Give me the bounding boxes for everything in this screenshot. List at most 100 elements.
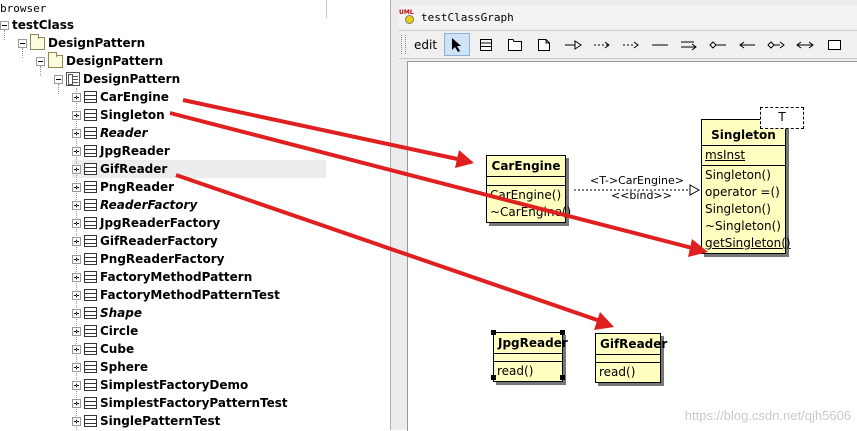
tree-item-factorymethodpatterntest[interactable]: FactoryMethodPatternTest — [72, 286, 280, 304]
class-icon — [84, 127, 97, 139]
collapse-icon[interactable] — [36, 56, 45, 66]
aggregation-icon[interactable] — [705, 33, 731, 56]
tree-item-circle[interactable]: Circle — [72, 322, 138, 340]
operation: read() — [497, 364, 534, 378]
collapse-icon[interactable] — [0, 20, 9, 30]
tree-item-pngreader[interactable]: PngReader — [72, 178, 174, 196]
operation: ~Singleton() — [705, 219, 781, 233]
tree-guide-line — [40, 66, 41, 76]
operation: operator =() — [705, 185, 780, 199]
tree-item-carengine[interactable]: CarEngine — [72, 88, 169, 106]
class-operations: read() — [596, 363, 660, 382]
tree-item-label: GifReader — [100, 162, 168, 176]
tree-item-jpgreaderfactory[interactable]: JpgReaderFactory — [72, 214, 220, 232]
diagram-canvas[interactable]: CarEngine CarEngine() ~CarEngine() Singl… — [407, 61, 857, 431]
class-icon — [84, 415, 97, 427]
diagram-window: UML testClassGraph edit CarEngine CarEng… — [390, 0, 857, 431]
anchor-icon[interactable] — [821, 33, 847, 56]
collapse-icon[interactable] — [18, 38, 27, 48]
tree-item-factorymethodpattern[interactable]: FactoryMethodPattern — [72, 268, 252, 286]
bind-stereotype: <<bind>> — [611, 189, 672, 202]
tree-item-designpattern[interactable]: DesignPattern — [54, 70, 180, 88]
selection-handle[interactable] — [491, 375, 496, 380]
diagram-window-titlebar[interactable]: UML testClassGraph — [399, 6, 857, 28]
tree-guide-line — [4, 30, 5, 40]
tree-item-label: GifReaderFactory — [100, 234, 218, 248]
tree-item-testclass[interactable]: testClass — [0, 16, 74, 34]
operation: CarEngine() — [490, 188, 562, 202]
tree-item-cube[interactable]: Cube — [72, 340, 134, 358]
watermark: https://blog.csdn.net/qjh5606 — [684, 408, 851, 423]
tree-item-label: SinglePatternTest — [100, 414, 221, 428]
class-icon — [84, 253, 97, 265]
tree-item-jpgreader[interactable]: JpgReader — [72, 142, 170, 160]
class-icon[interactable] — [473, 33, 499, 56]
bidirectional-association-icon[interactable] — [792, 33, 818, 56]
edit-button[interactable]: edit — [410, 33, 441, 56]
tree-item-label: testClass — [12, 18, 75, 32]
tree-item-label: SimplestFactoryDemo — [100, 378, 249, 392]
class-icon — [84, 181, 97, 193]
class-box-carengine[interactable]: CarEngine CarEngine() ~CarEngine() — [486, 155, 572, 223]
tree-item-label: DesignPattern — [83, 72, 181, 86]
class-icon — [84, 343, 97, 355]
class-icon — [84, 307, 97, 319]
attribute: msInst — [705, 148, 746, 162]
tree-item-shape[interactable]: Shape — [72, 304, 142, 322]
tree-guide-line — [58, 84, 59, 94]
binding-label: <T->CarEngine> — [590, 174, 684, 187]
operation: Singleton() — [705, 202, 771, 216]
tree-item-label: PngReaderFactory — [100, 252, 225, 266]
selection-handle[interactable] — [560, 375, 565, 380]
toolbar-grip[interactable] — [401, 35, 406, 54]
dependency-icon[interactable] — [589, 33, 615, 56]
browser-title: browser — [0, 2, 47, 15]
tree-item-reader[interactable]: Reader — [72, 124, 148, 142]
tree-guide-line — [76, 88, 77, 430]
note-icon[interactable] — [531, 33, 557, 56]
tree-item-pngreaderfactory[interactable]: PngReaderFactory — [72, 250, 224, 268]
tree-item-designpattern[interactable]: DesignPattern — [18, 33, 145, 52]
select-arrow-icon[interactable] — [444, 33, 471, 56]
selection-handle[interactable] — [491, 330, 496, 335]
tree-item-singlepatterntest[interactable]: SinglePatternTest — [72, 412, 220, 430]
tree-item-label: Cube — [100, 342, 135, 356]
class-icon — [84, 289, 97, 301]
class-icon — [84, 361, 97, 373]
realization-icon[interactable] — [618, 33, 644, 56]
tree-item-label: Circle — [100, 324, 139, 338]
tree-item-gifreader[interactable]: GifReader — [72, 160, 326, 178]
tree-item-simplestfactorypatterntest[interactable]: SimplestFactoryPatternTest — [72, 394, 288, 412]
class-box-singleton[interactable]: Singleton msInst Singleton() operator =(… — [701, 119, 791, 254]
association-arrow-icon[interactable] — [734, 33, 760, 56]
generalisation-icon[interactable] — [560, 33, 586, 56]
tree-item-label: Singleton — [100, 108, 165, 122]
directional-association-icon[interactable] — [676, 33, 702, 56]
collapse-icon[interactable] — [54, 74, 63, 84]
tree-item-designpattern[interactable]: DesignPattern — [36, 51, 164, 70]
tree-item-simplestfactorydemo[interactable]: SimplestFactoryDemo — [72, 376, 248, 394]
tree-item-readerfactory[interactable]: ReaderFactory — [72, 196, 197, 214]
composition-icon[interactable] — [763, 33, 789, 56]
tree-guide-line — [22, 48, 23, 58]
class-box-gifreader[interactable]: GifReader read() — [595, 333, 667, 383]
tree-item-label: Shape — [100, 306, 143, 320]
class-attributes — [596, 355, 660, 363]
class-box-jpgreader[interactable]: JpgReader read() — [493, 332, 568, 382]
class-icon — [84, 325, 97, 337]
class-icon — [84, 379, 97, 391]
selection-handle[interactable] — [560, 330, 565, 335]
tree-item-label: ReaderFactory — [100, 198, 198, 212]
tree-item-singleton[interactable]: Singleton — [72, 106, 165, 124]
tree-item-label: DesignPattern — [66, 54, 164, 68]
package-icon[interactable] — [502, 33, 528, 56]
line-icon[interactable] — [647, 33, 673, 56]
operation: ~CarEngine() — [490, 205, 572, 219]
tree-item-label: FactoryMethodPatternTest — [100, 288, 280, 302]
class-icon — [84, 163, 97, 175]
tree-item-label: JpgReader — [100, 144, 170, 158]
class-icon — [84, 217, 97, 229]
tree-item-gifreaderfactory[interactable]: GifReaderFactory — [72, 232, 218, 250]
tree-item-sphere[interactable]: Sphere — [72, 358, 148, 376]
tree-item-label: SimplestFactoryPatternTest — [100, 396, 288, 410]
